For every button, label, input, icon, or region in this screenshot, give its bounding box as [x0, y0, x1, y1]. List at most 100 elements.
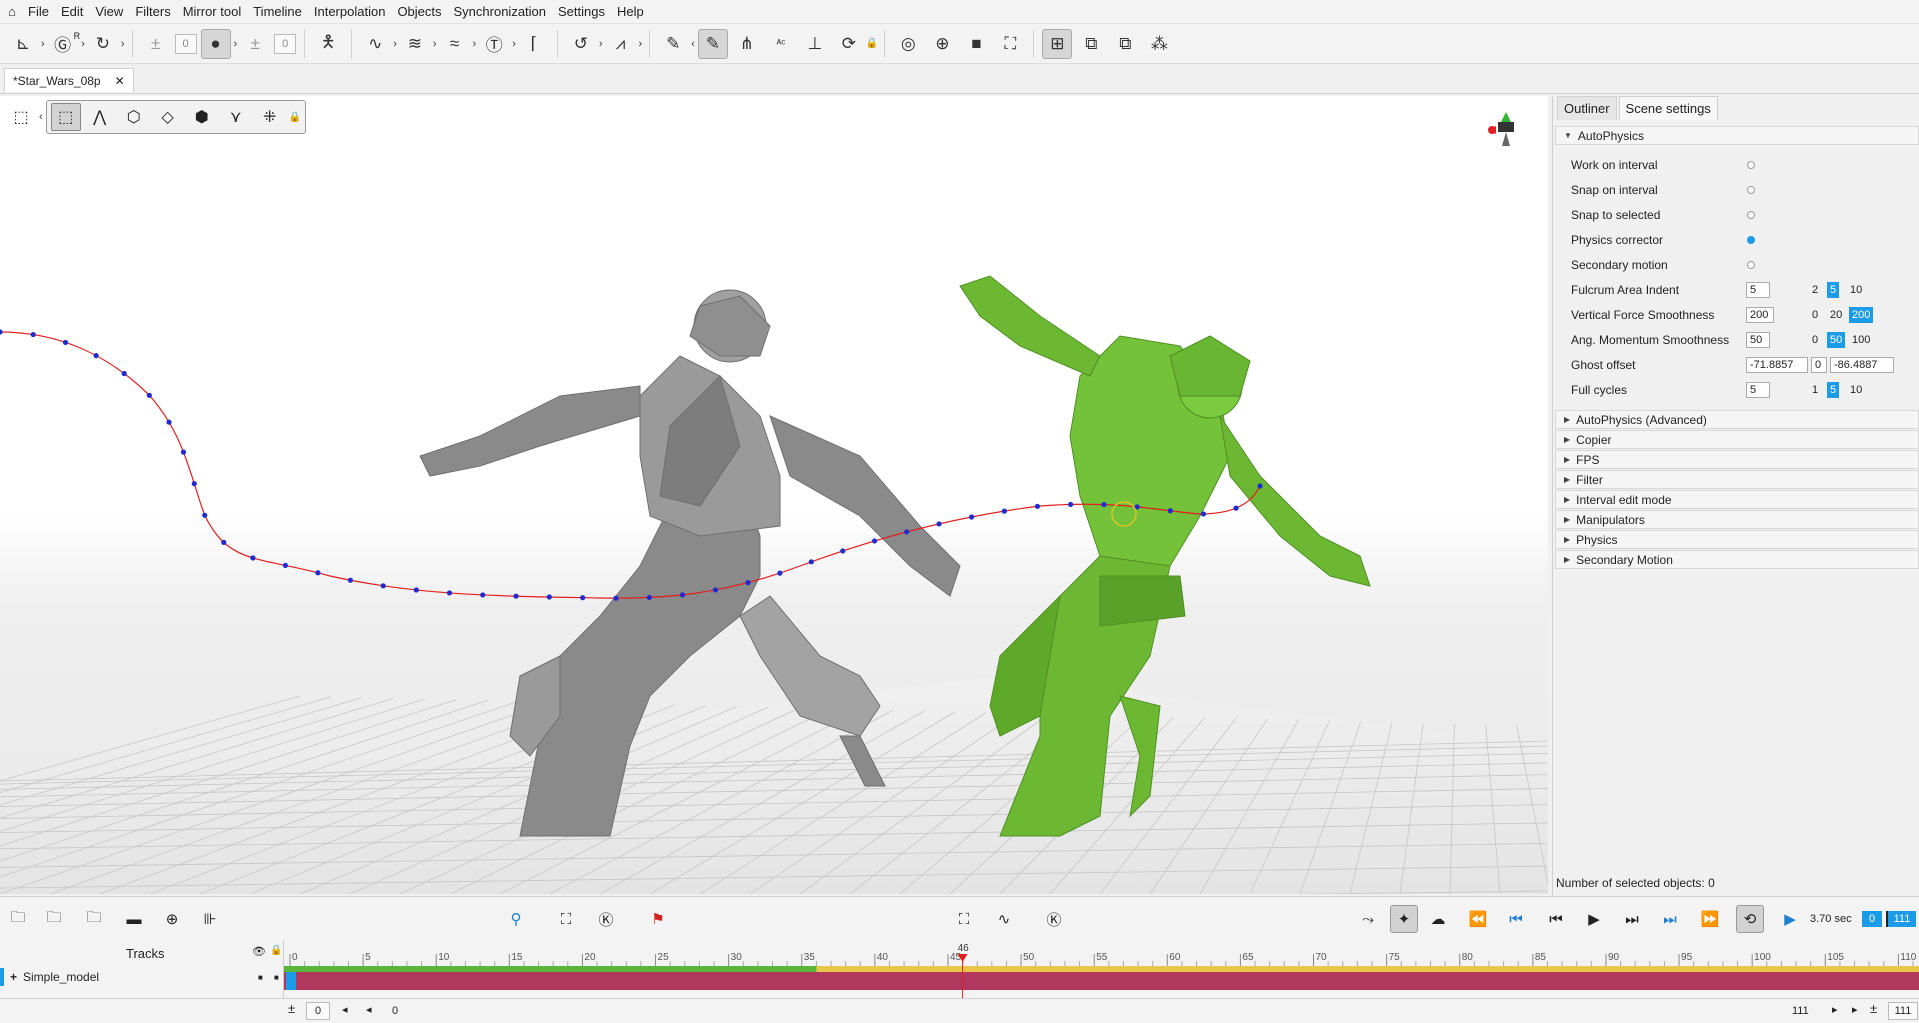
- next-key-icon[interactable]: ⏭: [1618, 905, 1646, 933]
- ik-icon[interactable]: Ⓚ: [592, 905, 620, 933]
- menu-view[interactable]: View: [89, 4, 129, 19]
- rewind-icon[interactable]: ⏪: [1464, 905, 1492, 933]
- trajectory-key[interactable]: [191, 481, 197, 487]
- ik-toggle-icon[interactable]: Ⓚ: [1040, 905, 1068, 933]
- section-fps[interactable]: ▶ FPS: [1555, 450, 1919, 469]
- remove-folder-icon[interactable]: 🗀: [80, 905, 108, 933]
- section-interval-edit-mode[interactable]: ▶ Interval edit mode: [1555, 490, 1919, 509]
- play-speed-icon[interactable]: ▶: [1776, 905, 1804, 933]
- focus-frame-icon[interactable]: ⛶: [995, 29, 1025, 59]
- track-solo-icon[interactable]: ■: [274, 973, 279, 982]
- trajectory-key[interactable]: [1167, 508, 1173, 514]
- folder-icon[interactable]: 🗀: [4, 905, 32, 933]
- trajectory-key[interactable]: [202, 512, 208, 518]
- to-end-icon[interactable]: ⏭: [1656, 905, 1684, 933]
- physics-points-icon[interactable]: ⁜: [255, 103, 285, 131]
- expand-icon[interactable]: +: [10, 970, 17, 984]
- trajectory-key[interactable]: [871, 538, 878, 544]
- key-counter-b[interactable]: 0: [274, 33, 297, 54]
- wave-icon[interactable]: ∿: [990, 905, 1018, 933]
- pin-key-icon[interactable]: ✦: [1390, 905, 1418, 933]
- trajectory-key[interactable]: [1233, 505, 1239, 511]
- visibility-icon[interactable]: 👁: [252, 945, 266, 958]
- section-secondary-motion[interactable]: ▶ Secondary Motion: [1555, 550, 1919, 569]
- skeleton-icon[interactable]: ⋀: [85, 103, 115, 131]
- trajectory-key[interactable]: [679, 592, 686, 598]
- section-copier[interactable]: ▶ Copier: [1555, 430, 1919, 449]
- text-tool-icon[interactable]: Ⓣ: [479, 29, 509, 59]
- menu-synchronization[interactable]: Synchronization: [448, 4, 553, 19]
- trajectory-key[interactable]: [180, 449, 187, 455]
- trajectory-key[interactable]: [808, 559, 814, 565]
- trajectory-key[interactable]: [166, 419, 172, 425]
- trajectory-key[interactable]: [777, 570, 783, 576]
- trajectory-key[interactable]: [93, 353, 99, 359]
- trajectory-key[interactable]: [347, 577, 353, 583]
- trajectory-key[interactable]: [613, 595, 619, 601]
- physics-corrector-radio[interactable]: [1747, 236, 1755, 244]
- trajectory-key[interactable]: [904, 529, 910, 535]
- camera-target-icon[interactable]: ◎: [893, 29, 923, 59]
- track-mute-icon[interactable]: ■: [258, 973, 263, 982]
- prev-key-icon[interactable]: ⏮: [1542, 905, 1570, 933]
- menu-edit[interactable]: Edit: [55, 4, 89, 19]
- timeline-ruler[interactable]: 0 5 10 15 20 25 30 35 40 45 50 55 60 65 70 75 80 85 90 95 10…: [284, 940, 1919, 998]
- wireframe-cube-icon[interactable]: ⬡: [119, 103, 149, 131]
- angmom-opt-0[interactable]: 0: [1809, 332, 1821, 348]
- trajectory-key[interactable]: [1001, 508, 1008, 514]
- menu-filters[interactable]: Filters: [129, 4, 176, 19]
- ghost-offset-x[interactable]: -71.8857: [1746, 356, 1808, 373]
- add-key-icon[interactable]: ±: [141, 29, 171, 59]
- curve-lock-icon[interactable]: ⤳: [1354, 905, 1382, 933]
- range-right-icon[interactable]: ▸: [1832, 1003, 1838, 1016]
- viewport-3d[interactable]: ⬚ ‹ ⬚ ⋀ ⬡ ◇ ⬢ ⋎ ⁜ 🔒: [0, 96, 1548, 894]
- lock-icon[interactable]: 🔒: [270, 945, 282, 956]
- trajectory-key[interactable]: [1101, 501, 1107, 508]
- curve-icon[interactable]: ∿: [360, 29, 390, 59]
- trajectory-key[interactable]: [30, 331, 36, 338]
- trajectory-key[interactable]: [712, 587, 719, 593]
- whiteboard-icon[interactable]: ⬚: [6, 103, 36, 131]
- smooth-curves-icon[interactable]: ≈: [440, 29, 470, 59]
- fit-frames-icon[interactable]: ⛶: [950, 905, 978, 933]
- film-icon[interactable]: ▬: [120, 905, 148, 933]
- loop-icon[interactable]: ↺: [566, 29, 596, 59]
- menu-help[interactable]: Help: [611, 4, 650, 19]
- trajectory-key[interactable]: [62, 339, 69, 346]
- flag-icon[interactable]: ⚑: [644, 905, 672, 933]
- angmom-input[interactable]: 50: [1746, 331, 1770, 348]
- range-add-end-icon[interactable]: ±: [1870, 1001, 1877, 1016]
- angmom-opt-50[interactable]: 50: [1827, 331, 1846, 348]
- tab-outliner[interactable]: Outliner: [1557, 96, 1617, 120]
- split-icon[interactable]: ⊪: [196, 905, 224, 933]
- axis-gizmo-icon[interactable]: [1488, 112, 1514, 146]
- plus-ground-icon[interactable]: ⊥: [800, 29, 830, 59]
- add-clip-icon[interactable]: ⊕: [158, 905, 186, 933]
- section-filter[interactable]: ▶ Filter: [1555, 470, 1919, 489]
- section-physics[interactable]: ▶ Physics: [1555, 530, 1919, 549]
- section-manipulators[interactable]: ▶ Manipulators: [1555, 510, 1919, 529]
- section-autophysics-advanced[interactable]: ▶ AutoPhysics (Advanced): [1555, 410, 1919, 429]
- trajectory-key[interactable]: [1068, 501, 1074, 508]
- trajectory-key[interactable]: [221, 539, 227, 545]
- trajectory-key[interactable]: [282, 562, 288, 569]
- fk-pin-icon[interactable]: ✎: [697, 28, 728, 59]
- trajectory-key[interactable]: [0, 329, 3, 335]
- trajectory-key[interactable]: [380, 583, 386, 589]
- crosshair-icon[interactable]: ⊕: [927, 29, 957, 59]
- close-icon[interactable]: ✕: [115, 74, 125, 88]
- physics-nodes-icon[interactable]: ⁂: [1144, 29, 1174, 59]
- trajectory-key[interactable]: [546, 594, 552, 600]
- presentation-icon[interactable]: ⬚: [50, 103, 81, 131]
- full-cycles-input[interactable]: 5: [1746, 381, 1770, 398]
- play-icon[interactable]: ▶: [1580, 905, 1608, 933]
- range-next-icon[interactable]: ▸: [1852, 1003, 1858, 1016]
- cycles-opt-5[interactable]: 5: [1827, 381, 1840, 398]
- angmom-opt-100[interactable]: 100: [1849, 332, 1873, 348]
- loop-icon[interactable]: ⟲: [1736, 905, 1764, 933]
- solid-cube-icon[interactable]: ⬢: [187, 103, 217, 131]
- trajectory-key[interactable]: [745, 580, 751, 586]
- fast-forward-icon[interactable]: ⏩: [1696, 905, 1724, 933]
- key-counter-a[interactable]: 0: [174, 33, 197, 54]
- trajectory-key[interactable]: [513, 593, 519, 599]
